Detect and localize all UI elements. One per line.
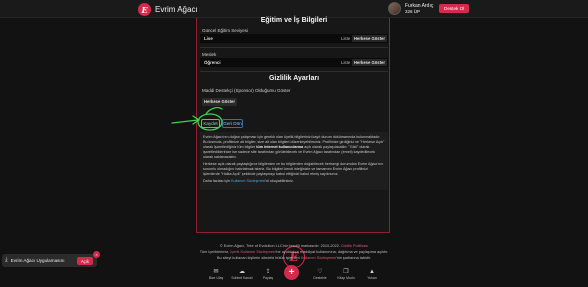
- job-value: Öğrenci: [204, 60, 221, 65]
- divider: [200, 47, 388, 48]
- content-terms-link[interactable]: İçerik Kullanım Sözleşmesi: [230, 250, 275, 254]
- education-level-field[interactable]: Lise Liste Herkese Göster: [200, 34, 388, 43]
- job-field[interactable]: Öğrenci Liste Herkese Göster: [200, 58, 388, 67]
- nav-scroll-top[interactable]: ▲ Yukarı: [359, 268, 385, 280]
- save-button[interactable]: Kaydet: [201, 119, 220, 128]
- book-icon: ❒: [343, 269, 349, 275]
- sponsor-visibility-button[interactable]: Herkese Göster: [202, 98, 237, 106]
- nav-share[interactable]: ⇪ Paylaş: [255, 268, 281, 280]
- user-menu[interactable]: Furkan Ardıç 326 ÜP: [388, 2, 433, 15]
- mail-icon: ✉: [213, 269, 219, 275]
- app-promo-label: Evrim Ağacı Uygulamasını: [10, 258, 65, 263]
- sponsor-label: Maddi Destekçi (Sponsor) Olduğumu Göster: [202, 88, 291, 93]
- share-icon: ⇪: [265, 269, 271, 275]
- nav-chat[interactable]: ☁ Sohbet Kanalı: [229, 268, 255, 280]
- back-button[interactable]: Geri Dön: [222, 119, 243, 128]
- plus-icon[interactable]: +: [284, 265, 299, 280]
- settings-panel: Eğitim ve İş Bilgileri Güncel Eğitim Sev…: [196, 17, 390, 233]
- info-paragraph: Daha fazlası için Kullanım Sözleşmesi'ni…: [203, 179, 294, 183]
- nav-book-mode[interactable]: ❒ Kitap Modu: [333, 268, 359, 280]
- privacy-info-box: Evrim Ağacı'nın doğan çalışması için ger…: [200, 132, 388, 190]
- brand-logo-icon: E: [138, 3, 151, 16]
- nav-contact[interactable]: ✉ Bize Ulaş: [203, 268, 229, 280]
- footer-line: © Evrim Ağacı, Tree of Evolution LLC'nin…: [219, 244, 369, 248]
- privacy-policy-link[interactable]: Gizlilik Politikası: [341, 244, 368, 248]
- heart-icon: ♡: [317, 269, 323, 275]
- education-level-label: Güncel Eğitim Seviyesi: [202, 28, 249, 33]
- arrow-up-icon: ▲: [369, 269, 375, 275]
- app-open-button[interactable]: Açık: [76, 257, 93, 265]
- app-promo-banner[interactable]: ⤓ Evrim Ağacı Uygulamasını Açık ×: [2, 251, 100, 267]
- job-label: Meslek: [202, 52, 217, 57]
- top-bar: E Evrim Ağacı Furkan Ardıç 326 ÜP Destek…: [0, 0, 588, 18]
- download-icon: ⤓: [5, 257, 8, 263]
- bottom-nav: ✉ Bize Ulaş ☁ Sohbet Kanalı ⇪ Paylaş + ♡…: [203, 265, 385, 287]
- info-paragraph: Herkese açık olarak paylaştığınız bilgil…: [203, 162, 384, 176]
- job-visibility[interactable]: Herkese Göster: [352, 59, 387, 66]
- brand-name: Evrim Ağacı: [155, 5, 198, 14]
- education-level-value: Lise: [204, 36, 213, 41]
- nav-support[interactable]: ♡ Destekle: [307, 268, 333, 280]
- divider: [200, 71, 388, 72]
- donate-button[interactable]: Destek Ol: [439, 4, 470, 13]
- close-icon[interactable]: ×: [93, 251, 100, 258]
- avatar[interactable]: [388, 2, 401, 15]
- education-level-scope: Liste: [341, 36, 351, 41]
- job-scope: Liste: [341, 60, 351, 65]
- info-paragraph: Evrim Ağacı'nın doğan çalışması için ger…: [203, 135, 385, 159]
- user-points: 326 ÜP: [405, 8, 421, 14]
- user-name: Furkan Ardıç: [405, 2, 434, 9]
- education-level-visibility[interactable]: Herkese Göster: [352, 35, 387, 42]
- privacy-section-title: Gizlilik Ayarları: [268, 75, 320, 82]
- education-section-title: Eğitim ve İş Bilgileri: [260, 17, 328, 24]
- terms-link[interactable]: Kullanım Sözleşmesi: [231, 179, 265, 183]
- chat-icon: ☁: [239, 269, 245, 275]
- terms-link[interactable]: Kullanım Sözleşmesi: [301, 256, 336, 260]
- brand-logo[interactable]: E Evrim Ağacı: [138, 3, 198, 16]
